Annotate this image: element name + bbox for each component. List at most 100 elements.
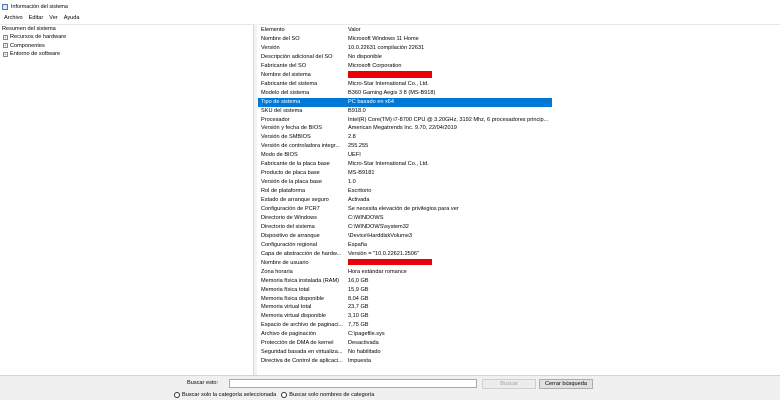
row-element-name: Nombre de usuario <box>261 259 309 266</box>
table-row[interactable]: Seguridad basada en virtualiza... No habi… <box>258 348 552 357</box>
table-row[interactable]: Memoria física total 15,9 GB <box>258 286 552 295</box>
menu-ver[interactable]: Ver <box>46 15 60 21</box>
table-row[interactable]: Dispositivo de arranque \Device\HarddiskV… <box>258 232 552 241</box>
table-row[interactable]: Fabricante del SO Microsoft Corporation <box>258 62 552 71</box>
menu-bar: Archivo Editar Ver Ayuda <box>0 13 780 23</box>
row-element-value: Micro-Star International Co., Ltd. <box>348 161 429 168</box>
redaction-bar <box>348 71 432 78</box>
pane-splitter[interactable] <box>254 24 257 375</box>
table-row[interactable]: Memoria física disponible 8,04 GB <box>258 295 552 304</box>
row-element-value <box>348 71 553 80</box>
table-row[interactable]: Directorio de Windows C:\WINDOWS <box>258 214 552 223</box>
row-element-value: Activada <box>348 197 370 204</box>
table-row[interactable]: Versión de la placa base 1.0 <box>258 178 552 187</box>
row-element-name: Modelo del sistema <box>261 89 310 96</box>
table-row[interactable]: Fabricante de la placa base Micro-Star In… <box>258 160 552 169</box>
expand-plus-icon[interactable]: + <box>3 35 8 41</box>
table-row[interactable]: Versión de SMBIOS 2.8 <box>258 133 552 142</box>
row-element-name: Tipo de sistema <box>261 98 301 105</box>
row-element-name: Configuración de PCR7 <box>261 206 320 212</box>
table-row[interactable]: Producto de placa base MS-B9181 <box>258 169 552 178</box>
row-element-value: Micro-Star International Co., Ltd. <box>348 80 429 87</box>
table-row[interactable]: Capa de abstracción de hardw... Versión =… <box>258 250 552 259</box>
row-element-name: Capa de abstracción de hardw... <box>261 250 342 257</box>
row-element-name: Directorio del sistema <box>261 223 315 230</box>
row-element-name: Versión y fecha de BIOS <box>261 125 322 132</box>
table-row[interactable]: Modelo del sistema B360 Gaming Aegis 3 8 … <box>258 89 552 98</box>
checkbox-selected-category[interactable] <box>174 392 180 398</box>
table-row[interactable]: Nombre del sistema <box>258 71 552 80</box>
table-row[interactable]: Nombre de usuario <box>258 258 552 268</box>
table-row[interactable]: Descripción adicional del SO No disponibl… <box>258 53 552 62</box>
row-element-name: Descripción adicional del SO <box>261 53 333 60</box>
table-row[interactable]: Archivo de paginación C:\pagefile.sys <box>258 330 552 339</box>
tree-item-hardware-resources[interactable]: + Recursos de hardware <box>0 33 253 41</box>
table-row[interactable]: Configuración regional España <box>258 241 552 250</box>
category-tree: Resumen del sistema + Recursos de hardwa… <box>0 24 254 375</box>
tree-item-system-summary[interactable]: Resumen del sistema <box>0 25 253 33</box>
table-row[interactable]: Memoria física instalada (RAM) 16,0 GB <box>258 277 552 286</box>
tree-item-software-environment[interactable]: + Entorno de software <box>0 50 253 58</box>
menu-editar[interactable]: Editar <box>26 15 47 21</box>
row-element-value: American Megatrends Inc. 9.70, 22/04/201… <box>348 125 457 132</box>
table-row[interactable]: Directorio del sistema C:\WINDOWS\system3… <box>258 223 552 232</box>
search-input[interactable] <box>229 379 477 388</box>
row-element-name: Memoria virtual total <box>261 304 312 311</box>
table-row[interactable]: Procesador Intel(R) Core(TM) i7-8700 CPU … <box>258 116 552 125</box>
row-element-name: Espacio de archivo de paginaci... <box>261 322 343 329</box>
row-element-name: SKU del sistema <box>261 107 303 114</box>
tree-item-label: Resumen del sistema <box>2 26 56 32</box>
window-title: Información del sistema <box>11 3 68 10</box>
row-element-name: Configuración regional <box>261 241 317 248</box>
menu-archivo[interactable]: Archivo <box>1 15 26 21</box>
table-row[interactable]: Estado de arranque seguro Activada <box>258 196 552 205</box>
table-row[interactable]: Espacio de archivo de paginaci... 7,75 GB <box>258 321 552 330</box>
table-row[interactable]: Modo de BIOS UEFI <box>258 151 552 160</box>
row-element-value: 23,7 GB <box>348 304 369 311</box>
table-row[interactable]: Nombre del SO Microsoft Windows 11 Home <box>258 35 552 44</box>
row-element-value: No habilitado <box>348 349 381 356</box>
table-row[interactable]: Fabricante del sistema Micro-Star Interna… <box>258 80 552 89</box>
redaction-bar <box>348 258 432 266</box>
expand-plus-icon[interactable]: + <box>3 51 8 57</box>
column-header-element[interactable]: Elemento <box>261 26 343 35</box>
row-element-value: Intel(R) Core(TM) i7-8700 CPU @ 3.20GHz,… <box>348 116 549 123</box>
row-element-name: Versión de la placa base <box>261 179 322 186</box>
column-header-row: Elemento Valor <box>258 26 552 35</box>
table-row[interactable]: Memoria virtual total 23,7 GB <box>258 303 552 312</box>
column-header-value[interactable]: Valor <box>348 26 553 35</box>
row-element-name: Nombre del sistema <box>261 71 311 78</box>
row-element-name: Seguridad basada en virtualiza... <box>261 349 343 356</box>
table-row[interactable]: Versión 10.0.22631 compilación 22631 <box>258 44 552 53</box>
table-row[interactable]: Directiva de Control de aplicaci... Impue… <box>258 357 552 366</box>
table-row[interactable]: SKU del sistema B918.0 <box>258 107 552 116</box>
table-row[interactable]: Protección de DMA de kernel Desactivada <box>258 339 552 348</box>
row-element-name: Modo de BIOS <box>261 152 298 159</box>
row-element-value: C:\WINDOWS <box>348 214 384 221</box>
table-row[interactable]: Tipo de sistema PC basado en x64 <box>258 97 552 107</box>
menu-ayuda[interactable]: Ayuda <box>61 15 83 21</box>
checkbox-category-names[interactable] <box>281 392 288 398</box>
row-element-value: Se necesita elevación de privilegios par… <box>348 206 459 212</box>
option-label: Buscar solo la categoría seleccionada <box>182 392 277 398</box>
table-row[interactable]: Rol de plataforma Escritorio <box>258 187 552 196</box>
row-element-name: Versión de SMBIOS <box>261 134 311 141</box>
tree-item-components[interactable]: + Componentes <box>0 42 253 50</box>
row-element-value: Microsoft Windows 11 Home <box>348 35 419 42</box>
row-element-name: Memoria física instalada (RAM) <box>261 277 340 284</box>
row-element-value: 255.255 <box>348 143 369 150</box>
close-search-button[interactable]: Cerrar búsqueda <box>539 379 593 389</box>
find-button[interactable]: Buscar <box>482 379 536 389</box>
table-row[interactable]: Zona horaria Hora estándar romance <box>258 268 552 277</box>
expand-plus-icon[interactable]: + <box>3 43 8 49</box>
details-list: Elemento Valor Nombre del SO Microsoft Wi… <box>258 24 780 375</box>
table-row[interactable]: Memoria virtual disponible 3,10 GB <box>258 312 552 321</box>
option-selected-category[interactable]: Buscar solo la categoría seleccionada <box>174 392 276 398</box>
option-category-names[interactable]: Buscar solo nombres de categoría <box>281 392 374 398</box>
tree-item-label: Entorno de software <box>10 51 61 58</box>
table-row[interactable]: Versión y fecha de BIOS American Megatren… <box>258 124 552 133</box>
table-row[interactable]: Versión de controladora integr... 255.255 <box>258 142 552 151</box>
row-element-value: B360 Gaming Aegis 3 8 (MS-B918) <box>348 89 436 96</box>
table-row[interactable]: Configuración de PCR7 Se necesita elevaci… <box>258 205 552 214</box>
tree-item-label: Recursos de hardware <box>10 34 67 41</box>
